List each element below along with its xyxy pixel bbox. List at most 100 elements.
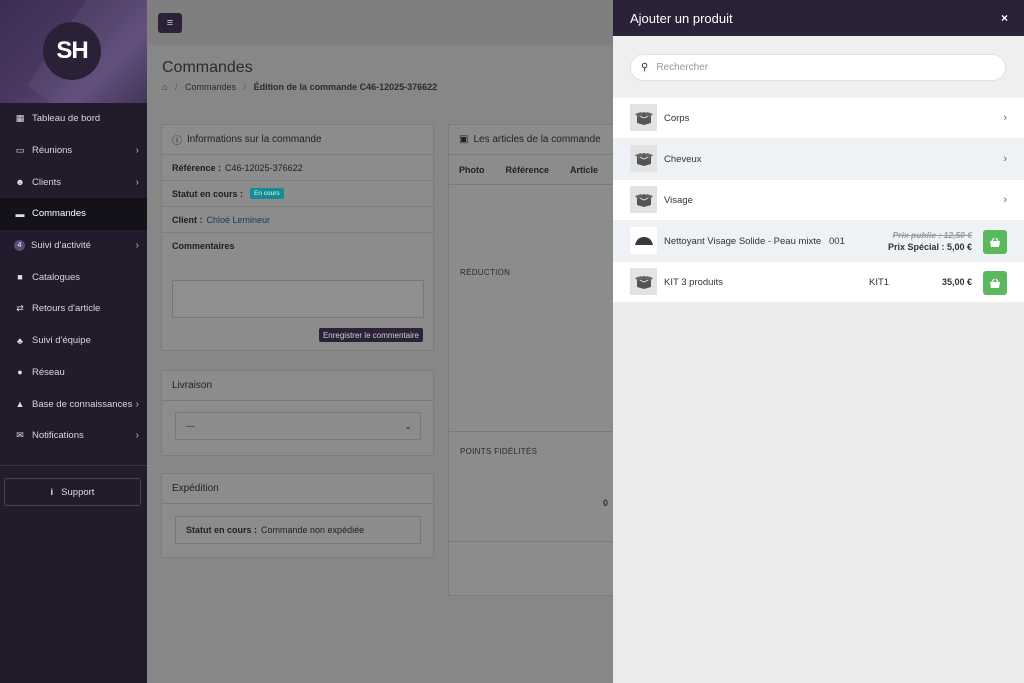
select-value: --- bbox=[186, 421, 195, 431]
sidebar-item-catalogues[interactable]: ■ Catalogues bbox=[0, 261, 147, 293]
sidebar-item-label: Suivi d'activité bbox=[31, 240, 91, 252]
sidebar-item-notifications[interactable]: ✉ Notifications › bbox=[0, 420, 147, 452]
chevron-right-icon: › bbox=[1003, 194, 1007, 206]
basket-icon bbox=[990, 278, 1000, 288]
logo[interactable]: SH bbox=[43, 22, 101, 80]
sitemap-icon: ♣ bbox=[17, 335, 23, 346]
reference-label: Référence : bbox=[172, 162, 222, 173]
chevron-right-icon: › bbox=[1003, 112, 1007, 124]
client-link[interactable]: Chloé Lemineur bbox=[207, 215, 271, 225]
panel-header: ⓘ Informations sur la commande bbox=[162, 125, 433, 155]
sidebar-item-label: Tableau de bord bbox=[32, 113, 101, 125]
logo-area: SH bbox=[0, 0, 147, 103]
category-name: Cheveux bbox=[664, 153, 702, 165]
graduation-icon: ▲ bbox=[15, 399, 25, 410]
panel-title: Informations sur la commande bbox=[187, 134, 322, 145]
comments-row: Commentaires bbox=[162, 233, 433, 259]
sidebar-item-label: Réunions bbox=[32, 145, 73, 157]
delivery-select[interactable]: --- ⌄ bbox=[175, 412, 421, 440]
sidebar-item-label: Clients bbox=[32, 176, 62, 188]
box-icon bbox=[630, 104, 657, 131]
users-icon: ☻ bbox=[15, 177, 25, 188]
product-reference: 001 bbox=[829, 235, 845, 247]
divider bbox=[449, 541, 613, 542]
divider bbox=[0, 465, 147, 466]
shipping-status-label: Statut en cours : bbox=[186, 525, 258, 535]
sidebar-item-tableau-de-bord[interactable]: ▦ Tableau de bord bbox=[0, 103, 147, 135]
sidebar-item-label: Suivi d'équipe bbox=[32, 335, 91, 347]
sidebar-item-label: Base de connaissances bbox=[32, 398, 133, 410]
chevron-right-icon: › bbox=[135, 430, 139, 442]
box-icon bbox=[630, 145, 657, 172]
chevron-right-icon: › bbox=[1003, 153, 1007, 165]
top-bar: ≡ bbox=[147, 0, 613, 45]
category-item-cheveux[interactable]: Cheveux › bbox=[613, 139, 1024, 180]
sidebar-item-retours[interactable]: ⇄ Retours d'article bbox=[0, 293, 147, 325]
add-to-cart-button[interactable] bbox=[983, 230, 1007, 254]
category-name: Corps bbox=[664, 112, 690, 124]
reference-value: C46-12025-376622 bbox=[225, 162, 303, 173]
column-article: Article bbox=[570, 164, 599, 175]
panel-header: Expédition bbox=[162, 474, 433, 504]
chevron-right-icon: › bbox=[135, 398, 139, 410]
sidebar-item-reseau[interactable]: ● Réseau bbox=[0, 357, 147, 389]
count-badge: 4 bbox=[14, 240, 25, 252]
chevron-down-icon: ⌄ bbox=[404, 420, 412, 431]
info-circle-icon: ⓘ bbox=[172, 136, 182, 147]
search-area: ⚲ Rechercher bbox=[613, 36, 1024, 98]
calendar-icon: ▭ bbox=[15, 145, 25, 156]
list-icon: ▣ bbox=[459, 134, 469, 145]
category-name: Visage bbox=[664, 194, 693, 206]
sidebar-item-base-connaissances[interactable]: ▲ Base de connaissances › bbox=[0, 388, 147, 420]
product-name: KIT 3 produits bbox=[664, 276, 723, 288]
sidebar-item-label: Notifications bbox=[32, 430, 84, 442]
panel-title: Expédition bbox=[172, 483, 219, 494]
globe-icon: ● bbox=[17, 367, 23, 378]
sidebar-nav: ▦ Tableau de bord ▭ Réunions › ☻ Clients… bbox=[0, 103, 147, 452]
product-thumbnail bbox=[630, 227, 657, 254]
client-row: Client : Chloé Lemineur bbox=[162, 207, 433, 233]
order-items-panel: ▣ Les articles de la commande Photo Réfé… bbox=[448, 124, 613, 596]
sidebar-item-clients[interactable]: ☻ Clients › bbox=[0, 166, 147, 198]
book-icon: ■ bbox=[17, 272, 23, 283]
public-price: Prix public : 12,50 € bbox=[892, 230, 972, 240]
product-item-nettoyant: Nettoyant Visage Solide - Peau mixte 001… bbox=[613, 221, 1024, 262]
reduction-label: RÉDUCTION bbox=[460, 268, 511, 277]
save-comment-button[interactable]: Enregistrer le commentaire bbox=[318, 328, 423, 342]
info-icon: i bbox=[50, 486, 54, 498]
close-icon[interactable]: × bbox=[1001, 11, 1008, 25]
sidebar-item-commandes[interactable]: ▬ Commandes bbox=[0, 198, 147, 230]
points-value: 0 bbox=[603, 498, 609, 508]
menu-toggle-button[interactable]: ≡ bbox=[158, 13, 182, 33]
breadcrumb-commandes[interactable]: Commandes bbox=[185, 82, 236, 92]
basket-icon bbox=[990, 237, 1000, 247]
comment-textarea[interactable] bbox=[172, 280, 424, 318]
hamburger-icon: ≡ bbox=[166, 17, 174, 29]
sidebar-item-suivi-equipe[interactable]: ♣ Suivi d'équipe bbox=[0, 325, 147, 357]
sidebar-item-suivi-activite[interactable]: 4 Suivi d'activité › bbox=[0, 230, 147, 262]
divider bbox=[449, 431, 613, 432]
chevron-right-icon: › bbox=[135, 240, 139, 252]
category-item-corps[interactable]: Corps › bbox=[613, 98, 1024, 139]
reference-row: Référence : C46-12025-376622 bbox=[162, 155, 433, 181]
loyalty-points-label: POINTS FIDÉLITÉS bbox=[460, 447, 538, 456]
add-product-drawer: Ajouter un produit × ⚲ Rechercher Corps … bbox=[613, 0, 1024, 683]
comments-label: Commentaires bbox=[172, 241, 235, 251]
status-row: Statut en cours : En cours bbox=[162, 181, 433, 207]
column-photo: Photo bbox=[459, 164, 485, 175]
sidebar-item-reunions[interactable]: ▭ Réunions › bbox=[0, 135, 147, 167]
category-item-visage[interactable]: Visage › bbox=[613, 180, 1024, 221]
search-input[interactable]: ⚲ Rechercher bbox=[630, 54, 1006, 81]
home-icon[interactable]: ⌂ bbox=[162, 82, 167, 92]
product-price: 35,00 € bbox=[941, 277, 972, 287]
sidebar-item-label: Réseau bbox=[32, 366, 65, 378]
drawer-title: Ajouter un produit bbox=[630, 10, 733, 26]
sidebar-item-label: Commandes bbox=[32, 208, 86, 220]
product-name: Nettoyant Visage Solide - Peau mixte bbox=[664, 235, 822, 247]
search-icon: ⚲ bbox=[641, 62, 649, 73]
support-button[interactable]: i Support bbox=[4, 478, 141, 506]
envelope-icon: ✉ bbox=[16, 430, 24, 441]
add-to-cart-button[interactable] bbox=[983, 271, 1007, 295]
exchange-icon: ⇄ bbox=[16, 303, 24, 314]
page-title: Commandes bbox=[162, 59, 253, 76]
